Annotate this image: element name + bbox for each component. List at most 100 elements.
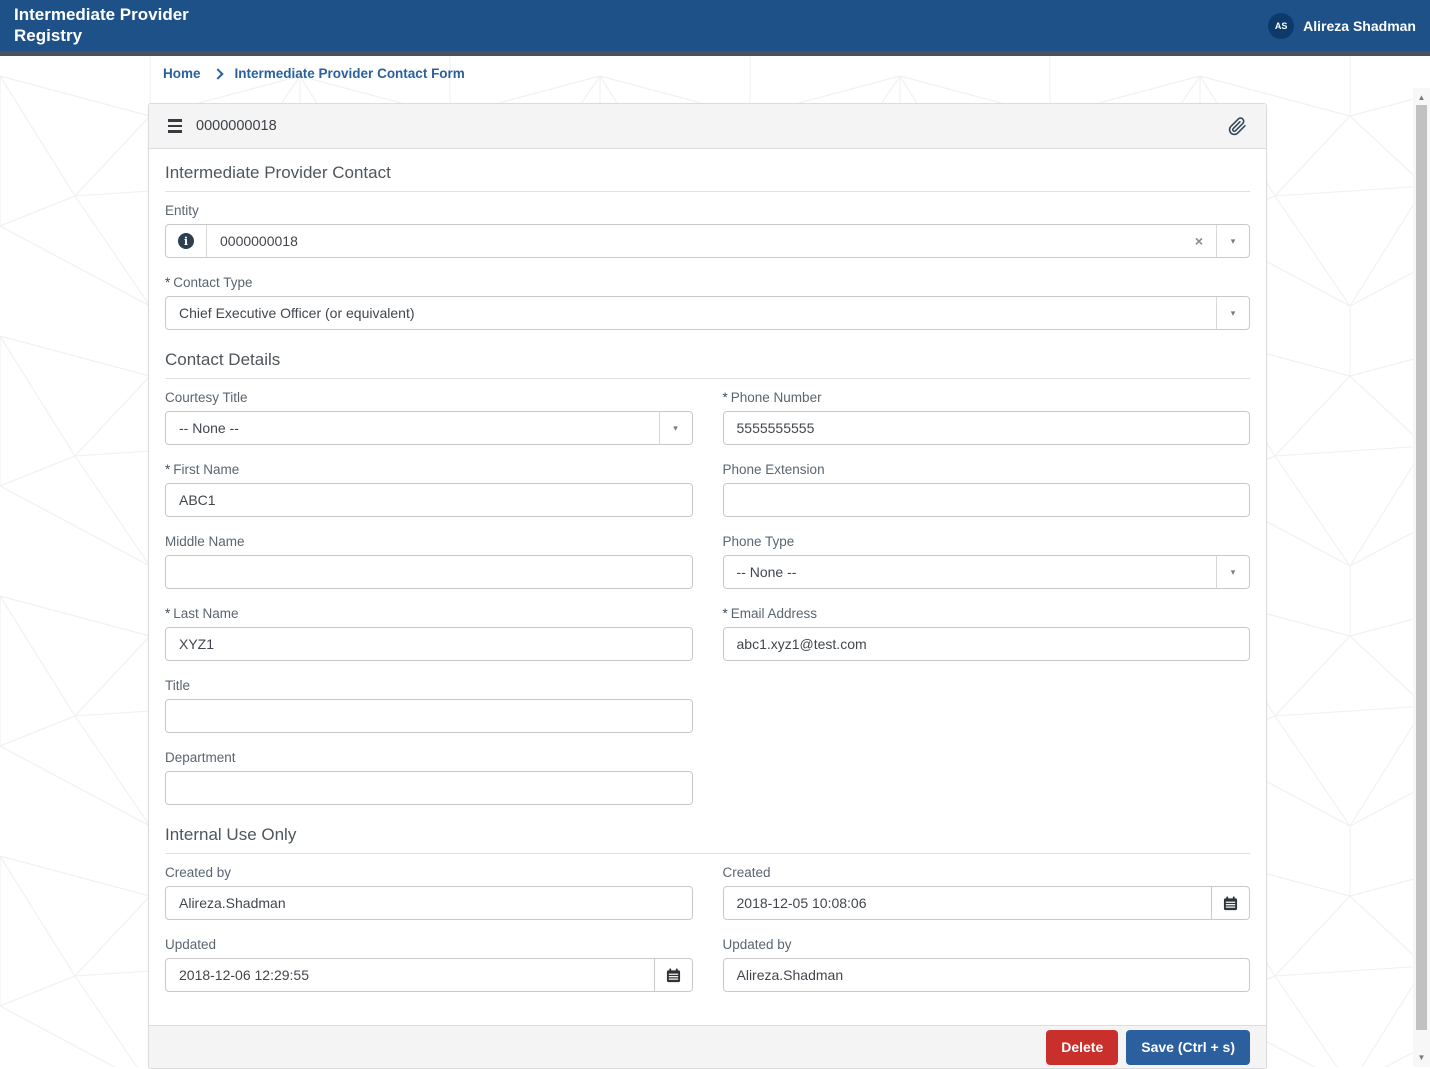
internal-use-grid: Created by Created 2018-12-05 10:08:06: [165, 865, 1250, 1009]
updated-calendar-button[interactable]: [653, 959, 692, 991]
save-button[interactable]: Save (Ctrl + s): [1126, 1029, 1250, 1065]
breadcrumb: Home Intermediate Provider Contact Form: [163, 66, 465, 81]
last-name-label: * Last Name: [165, 606, 693, 621]
updated-label: Updated: [165, 937, 217, 952]
first-name-label: * First Name: [165, 462, 693, 477]
user-avatar[interactable]: AS: [1268, 12, 1295, 39]
field-created: Created 2018-12-05 10:08:06: [722, 865, 1250, 920]
courtesy-title-label: Courtesy Title: [165, 390, 248, 405]
updated-by-input[interactable]: [722, 958, 1250, 992]
field-phone-extension: Phone Extension: [722, 462, 1250, 517]
field-created-by: Created by: [165, 865, 693, 920]
field-courtesy-title: Courtesy Title -- None -- ▾: [165, 390, 693, 445]
required-marker: *: [165, 462, 171, 477]
field-contact-type: * Contact Type Chief Executive Officer (o…: [165, 275, 1250, 330]
last-name-input[interactable]: [165, 627, 693, 661]
field-email-address: * Email Address: [722, 606, 1251, 661]
email-address-label-text: Email Address: [730, 606, 818, 621]
scroll-down-icon[interactable]: ▼: [1413, 1050, 1430, 1065]
chevron-right-icon: [211, 67, 224, 80]
title-label: Title: [165, 678, 191, 693]
created-calendar-button[interactable]: [1211, 887, 1249, 919]
record-card-body: Intermediate Provider Contact Entity i 0…: [149, 149, 1266, 1025]
contact-type-label: * Contact Type: [165, 275, 1250, 290]
updated-datetime-input[interactable]: 2018-12-06 12:29:55: [165, 958, 693, 992]
record-number: 0000000018: [196, 118, 277, 134]
entity-reference-input[interactable]: i 0000000018 × ▾: [165, 224, 1250, 258]
email-address-input[interactable]: [722, 627, 1250, 661]
entity-label: Entity: [165, 203, 199, 218]
clear-icon[interactable]: ×: [1182, 225, 1216, 257]
scroll-up-icon[interactable]: ▲: [1413, 90, 1430, 105]
created-by-input[interactable]: [165, 886, 693, 920]
app-header: Intermediate Provider Registry AS Alirez…: [0, 0, 1430, 51]
breadcrumb-current-link[interactable]: Intermediate Provider Contact Form: [235, 66, 465, 81]
delete-button[interactable]: Delete: [1046, 1029, 1119, 1065]
vertical-scrollbar[interactable]: ▲ ▼: [1413, 88, 1430, 1067]
email-address-label: * Email Address: [723, 606, 1251, 621]
phone-type-label: Phone Type: [722, 534, 795, 549]
field-phone-type: Phone Type -- None -- ▾: [722, 534, 1250, 589]
required-marker: *: [722, 390, 728, 405]
paperclip-icon[interactable]: [1228, 116, 1247, 136]
field-updated: Updated 2018-12-06 12:29:55: [165, 937, 693, 992]
updated-by-label: Updated by: [722, 937, 792, 952]
created-datetime-input[interactable]: 2018-12-05 10:08:06: [722, 886, 1250, 920]
middle-name-label: Middle Name: [165, 534, 245, 549]
calendar-icon: [666, 967, 680, 982]
entity-preview-button[interactable]: i: [166, 225, 207, 257]
field-department: Department: [165, 750, 693, 805]
user-name: Alireza Shadman: [1303, 17, 1416, 34]
courtesy-title-value[interactable]: -- None --: [166, 412, 659, 444]
created-value[interactable]: 2018-12-05 10:08:06: [724, 887, 1212, 919]
field-title: Title: [165, 678, 693, 733]
header-divider: [0, 51, 1430, 56]
record-card-header: 0000000018: [149, 104, 1266, 149]
grid-spacer: [723, 678, 1251, 750]
phone-type-select[interactable]: -- None -- ▾: [722, 555, 1250, 589]
contact-type-select[interactable]: Chief Executive Officer (or equivalent) …: [165, 296, 1250, 330]
field-middle-name: Middle Name: [165, 534, 693, 589]
chevron-down-icon: ▾: [1230, 566, 1236, 577]
phone-type-dropdown-button[interactable]: ▾: [1216, 556, 1249, 588]
chevron-down-icon: ▾: [1230, 307, 1236, 318]
phone-type-value[interactable]: -- None --: [724, 556, 1217, 588]
first-name-input[interactable]: [165, 483, 693, 517]
chevron-down-icon: ▾: [673, 422, 678, 433]
entity-dropdown-button[interactable]: ▾: [1216, 225, 1249, 257]
courtesy-title-dropdown-button[interactable]: ▾: [658, 412, 692, 444]
phone-extension-label: Phone Extension: [722, 462, 825, 477]
required-marker: *: [722, 606, 728, 621]
user-menu[interactable]: AS Alireza Shadman: [1268, 12, 1416, 39]
created-by-label: Created by: [165, 865, 232, 880]
department-input[interactable]: [165, 771, 693, 805]
field-last-name: * Last Name: [165, 606, 693, 661]
required-marker: *: [165, 275, 171, 290]
section-heading-internal-use: Internal Use Only: [165, 825, 1250, 854]
title-input[interactable]: [165, 699, 693, 733]
required-marker: *: [165, 606, 171, 621]
grid-spacer: [723, 750, 1251, 822]
phone-number-input[interactable]: [722, 411, 1250, 445]
breadcrumb-home-link[interactable]: Home: [163, 66, 201, 81]
section-heading-contact-details: Contact Details: [165, 350, 1250, 379]
phone-number-label-text: Phone Number: [730, 390, 822, 405]
courtesy-title-select[interactable]: -- None -- ▾: [165, 411, 693, 445]
contact-type-dropdown-button[interactable]: ▾: [1216, 297, 1249, 329]
info-icon: i: [178, 233, 194, 249]
contact-details-grid: Courtesy Title -- None -- ▾ * Phone Numbe…: [165, 390, 1250, 822]
last-name-label-text: Last Name: [173, 606, 239, 621]
created-label: Created: [722, 865, 771, 880]
entity-value[interactable]: 0000000018: [207, 225, 1182, 257]
first-name-label-text: First Name: [173, 462, 240, 477]
section-heading-provider-contact: Intermediate Provider Contact: [165, 163, 1250, 192]
phone-extension-input[interactable]: [722, 483, 1250, 517]
updated-value[interactable]: 2018-12-06 12:29:55: [166, 959, 654, 991]
middle-name-input[interactable]: [165, 555, 693, 589]
app-title: Intermediate Provider Registry: [14, 5, 189, 45]
record-card: 0000000018 Intermediate Provider Contact…: [148, 103, 1267, 1069]
scrollbar-thumb[interactable]: [1416, 105, 1427, 1030]
hamburger-menu-icon[interactable]: [168, 119, 182, 133]
contact-type-value[interactable]: Chief Executive Officer (or equivalent): [166, 297, 1216, 329]
field-updated-by: Updated by: [722, 937, 1250, 992]
